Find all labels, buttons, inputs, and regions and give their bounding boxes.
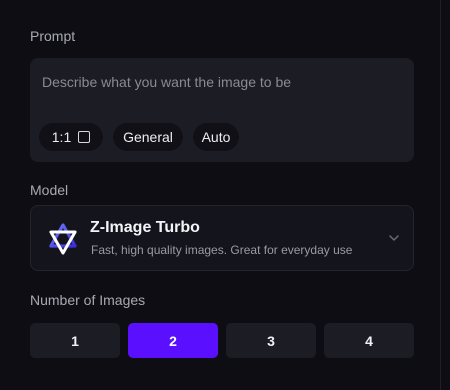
aspect-ratio-chip[interactable]: 1:1 <box>39 123 103 151</box>
model-description: Fast, high quality images. Great for eve… <box>91 243 353 257</box>
square-icon <box>78 131 91 143</box>
model-logo-icon <box>49 223 77 255</box>
mode-chip-label: Auto <box>201 129 231 145</box>
image-generation-panel: Prompt 1:1 General Auto Model Z-Image Tu… <box>0 0 450 390</box>
style-chip[interactable]: General <box>113 123 183 151</box>
num-option-label: 1 <box>71 332 79 349</box>
prompt-box[interactable]: 1:1 General Auto <box>30 58 414 162</box>
number-of-images-label: Number of Images <box>30 292 146 308</box>
style-chip-label: General <box>123 129 173 145</box>
model-label: Model <box>30 182 69 198</box>
num-option-label: 2 <box>169 332 177 349</box>
num-images-option-3[interactable]: 3 <box>226 323 316 358</box>
mode-chip[interactable]: Auto <box>193 123 239 151</box>
model-selector[interactable]: Z-Image Turbo Fast, high quality images.… <box>30 205 414 271</box>
prompt-label: Prompt <box>30 28 76 44</box>
model-name: Z-Image Turbo <box>90 219 200 236</box>
aspect-ratio-label: 1:1 <box>51 129 72 145</box>
chevron-down-icon <box>389 235 399 241</box>
num-images-option-1[interactable]: 1 <box>30 323 120 358</box>
num-option-label: 3 <box>267 332 275 349</box>
panel-divider <box>440 0 441 390</box>
num-option-label: 4 <box>365 332 373 349</box>
num-images-option-2[interactable]: 2 <box>128 323 218 358</box>
prompt-input[interactable] <box>42 70 402 94</box>
num-images-option-4[interactable]: 4 <box>324 323 414 358</box>
